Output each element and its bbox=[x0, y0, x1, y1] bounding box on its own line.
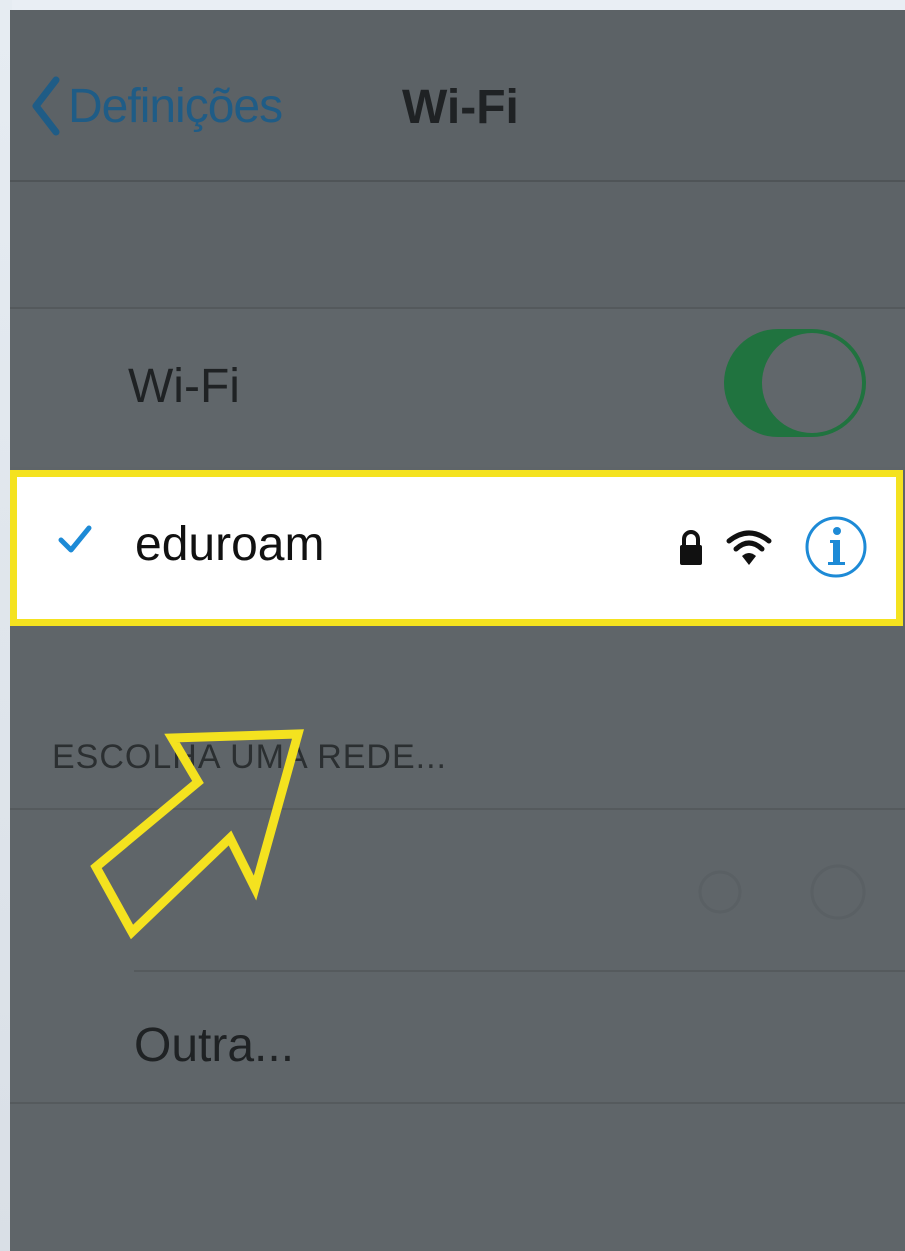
back-button[interactable]: Definições bbox=[30, 76, 283, 136]
section-header-choose-network: ESCOLHA UMA REDE... bbox=[52, 738, 447, 776]
back-label: Definições bbox=[68, 79, 283, 133]
wifi-signal-icon bbox=[726, 530, 772, 565]
wifi-toggle-switch[interactable] bbox=[724, 329, 866, 437]
info-icon bbox=[698, 864, 866, 920]
lock-icon bbox=[680, 530, 702, 565]
toggle-knob bbox=[762, 333, 862, 433]
phone-screen: Definições Wi-Fi Wi-Fi eduroam ESCOLHA U… bbox=[10, 10, 905, 1251]
page-title: Wi-Fi bbox=[402, 81, 519, 134]
checkmark-icon bbox=[58, 525, 92, 553]
wifi-row-label: Wi-Fi bbox=[128, 360, 240, 413]
navigation-bar: Definições Wi-Fi bbox=[10, 10, 905, 182]
divider bbox=[10, 1102, 905, 1104]
other-network-label: Outra... bbox=[134, 1019, 295, 1072]
chevron-left-icon bbox=[32, 76, 60, 136]
other-network-row[interactable]: Outra... bbox=[10, 972, 905, 1102]
section-gap bbox=[10, 182, 905, 309]
network-name: eduroam bbox=[135, 518, 325, 571]
background-top bbox=[0, 0, 905, 10]
info-icon[interactable] bbox=[803, 514, 869, 580]
wifi-toggle-row: Wi-Fi bbox=[10, 309, 905, 467]
network-list-item[interactable] bbox=[10, 810, 905, 970]
connected-network-row[interactable]: eduroam bbox=[10, 470, 903, 626]
